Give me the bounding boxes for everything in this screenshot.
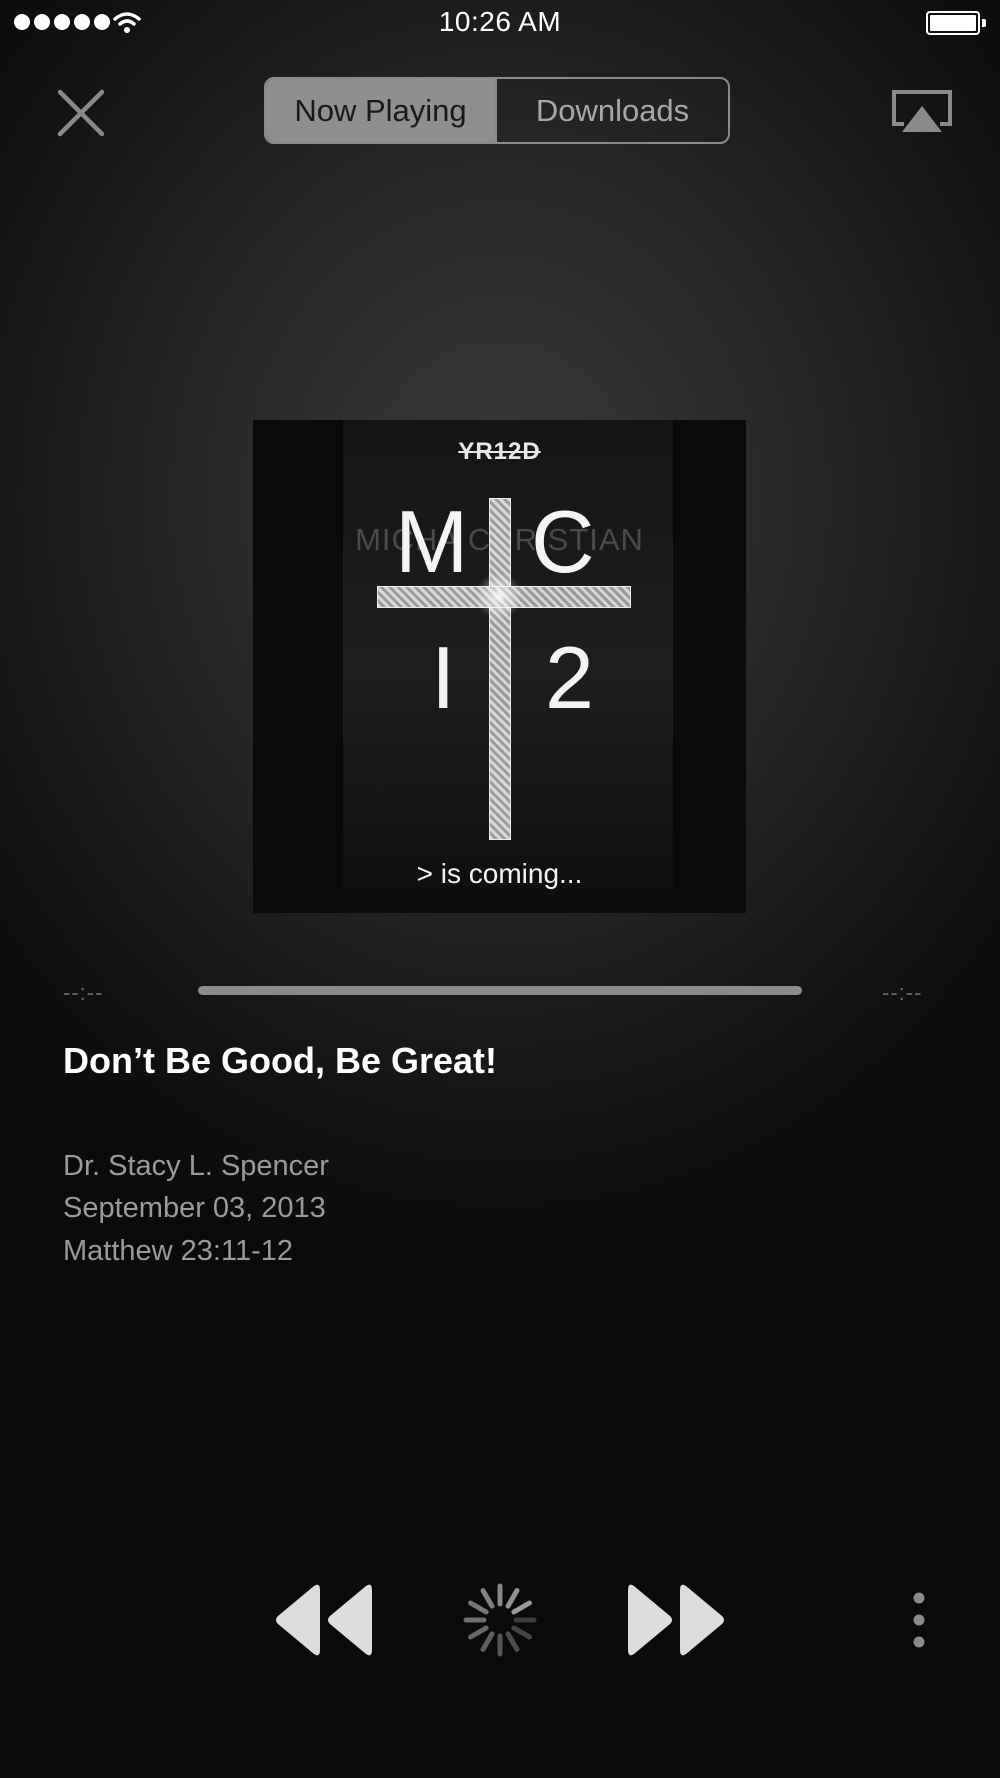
spinner-spoke xyxy=(468,1625,489,1640)
spinner-spoke xyxy=(511,1625,532,1640)
loading-spinner-icon xyxy=(463,1583,537,1657)
status-time: 10:26 AM xyxy=(438,6,562,37)
progress-track[interactable] xyxy=(198,986,802,995)
tab-downloads[interactable]: Downloads xyxy=(497,79,728,142)
spinner-spoke xyxy=(511,1600,532,1615)
elapsed-time: --:-- xyxy=(63,980,104,1005)
remaining-time: --:-- xyxy=(882,980,923,1005)
more-vertical-icon[interactable] xyxy=(904,1582,934,1658)
sparkle-icon xyxy=(467,574,531,618)
artwork-letter-c: C xyxy=(531,492,595,591)
tab-now-playing[interactable]: Now Playing xyxy=(266,79,497,142)
artwork-letter-i: I xyxy=(431,628,456,727)
sermon-date: September 03, 2013 xyxy=(63,1192,326,1224)
spinner-spoke xyxy=(468,1600,489,1615)
scripture-reference: Matthew 23:11-12 xyxy=(63,1235,293,1267)
segmented-control: Now Playing Downloads xyxy=(264,77,730,144)
rewind-icon[interactable] xyxy=(270,1582,374,1658)
artwork-letter-2: 2 xyxy=(545,628,594,727)
artwork-letter-m: M xyxy=(395,492,469,591)
track-title: Don’t Be Good, Be Great! xyxy=(63,1040,498,1081)
artwork-top-text: YR12D xyxy=(458,438,541,465)
spinner-spoke xyxy=(505,1588,520,1609)
spinner-spoke xyxy=(480,1631,495,1652)
battery-tip xyxy=(982,19,986,27)
airplay-icon[interactable] xyxy=(890,88,954,134)
artwork-bottom-text: > is coming... xyxy=(416,858,583,889)
album-artwork: YR12D MICHA CHRISTIAN M C I 2 > is comin… xyxy=(253,420,746,913)
spinner-spoke xyxy=(505,1631,520,1652)
close-icon[interactable] xyxy=(56,88,106,138)
cross-vertical-bar xyxy=(489,498,511,840)
fast-forward-icon[interactable] xyxy=(626,1582,730,1658)
battery-icon xyxy=(926,11,980,35)
speaker-name: Dr. Stacy L. Spencer xyxy=(63,1150,329,1182)
spinner-spoke xyxy=(480,1588,495,1609)
